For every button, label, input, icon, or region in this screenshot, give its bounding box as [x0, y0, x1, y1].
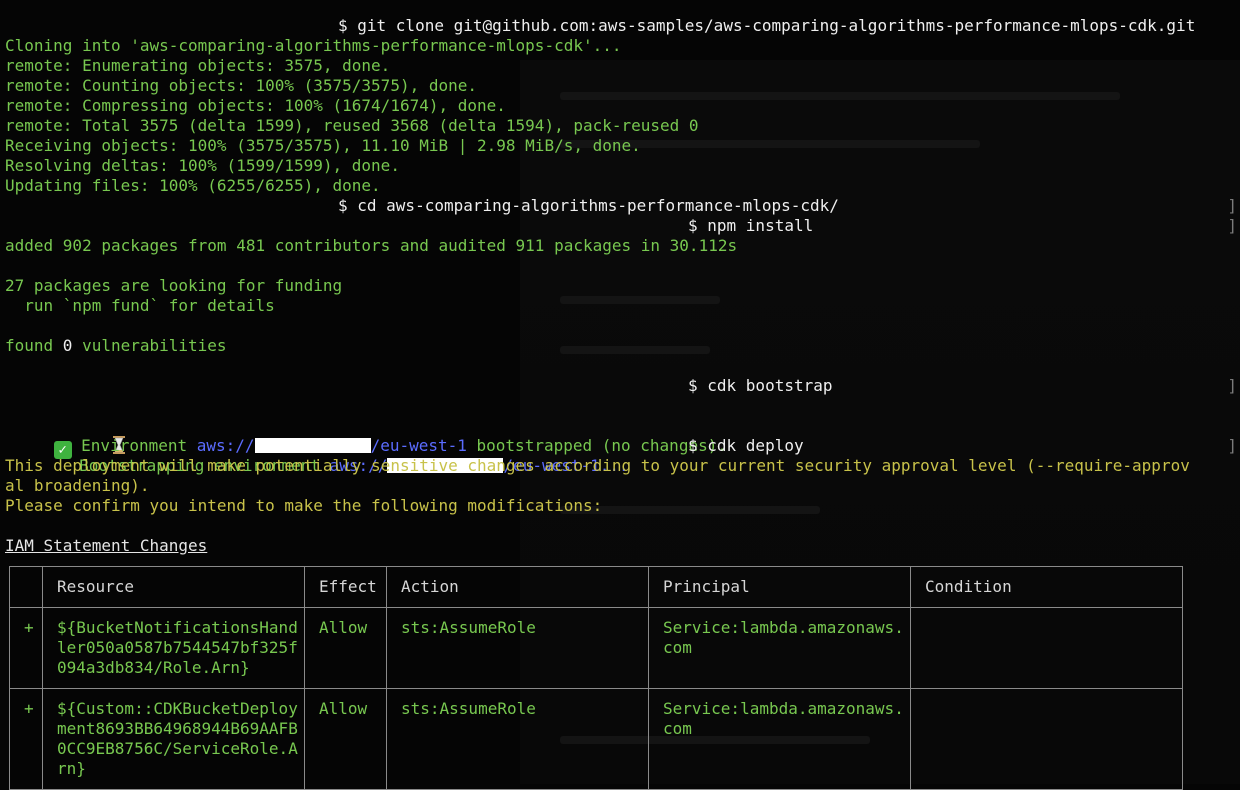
prompt-right-bracket: ]: [1227, 376, 1237, 395]
table-header-row: Resource Effect Action Principal Conditi…: [9, 566, 1183, 608]
column-header: Principal: [648, 566, 911, 608]
action-cell: sts:AssumeRole: [386, 607, 649, 689]
cd-command: $ cd aws-comparing-algorithms-performanc…: [338, 196, 839, 215]
change-sign: +: [9, 688, 43, 790]
cdk-bootstrap-command: $ cdk bootstrap: [688, 376, 833, 395]
iam-section-title: IAM Statement Changes: [5, 536, 208, 555]
table-row: + ${Custom::CDKBucketDeployment8693BB649…: [9, 688, 1183, 790]
deploy-warning-line: al broadening).: [5, 476, 150, 495]
condition-cell: [910, 688, 1183, 790]
principal-cell: Service:lambda.amazonaws.com: [648, 688, 911, 790]
prompt-right-bracket: ]: [1227, 216, 1237, 235]
resource-cell: ${BucketNotificationsHandler050a0587b754…: [42, 607, 305, 689]
prompt-right-bracket: ]: [1227, 436, 1237, 455]
npm-install-command: $ npm install: [688, 216, 814, 235]
clone-output-line: Resolving deltas: 100% (1599/1599), done…: [5, 156, 400, 175]
principal-cell: Service:lambda.amazonaws.com: [648, 607, 911, 689]
column-header: Condition: [910, 566, 1183, 608]
deploy-warning-line: This deployment will make potentially se…: [5, 456, 1190, 475]
table-row: + ${BucketNotificationsHandler050a0587b7…: [9, 607, 1183, 689]
npm-vulnerabilities-line: found 0 vulnerabilities: [5, 336, 227, 355]
action-cell: sts:AssumeRole: [386, 688, 649, 790]
resource-cell: ${Custom::CDKBucketDeployment8693BB64968…: [42, 688, 305, 790]
npm-funding-line: 27 packages are looking for funding: [5, 276, 343, 295]
clone-output-line: remote: Compressing objects: 100% (1674/…: [5, 96, 506, 115]
clone-output-line: remote: Enumerating objects: 3575, done.: [5, 56, 391, 75]
redacted-account-id: [254, 438, 371, 453]
change-sign: +: [9, 607, 43, 689]
clone-output-line: Updating files: 100% (6255/6255), done.: [5, 176, 381, 195]
column-header: Action: [386, 566, 649, 608]
effect-cell: Allow: [304, 607, 387, 689]
clone-output-line: remote: Counting objects: 100% (3575/357…: [5, 76, 478, 95]
iam-statement-table: Resource Effect Action Principal Conditi…: [9, 566, 1183, 790]
prompt-right-bracket: ]: [1227, 196, 1237, 215]
effect-cell: Allow: [304, 688, 387, 790]
bootstrap-result-line: ✓ Environment aws:///eu-west-1 bootstrap…: [15, 416, 727, 459]
column-header: Effect: [304, 566, 387, 608]
clone-output-line: Cloning into 'aws-comparing-algorithms-p…: [5, 36, 622, 55]
condition-cell: [910, 607, 1183, 689]
column-header: Resource: [42, 566, 305, 608]
npm-fund-hint-line: run `npm fund` for details: [5, 296, 275, 315]
npm-added-line: added 902 packages from 481 contributors…: [5, 236, 738, 255]
clone-output-line: remote: Total 3575 (delta 1599), reused …: [5, 116, 699, 135]
git-clone-command: $ git clone git@github.com:aws-samples/a…: [338, 16, 1196, 35]
column-header: [9, 566, 43, 608]
cdk-deploy-command: $ cdk deploy: [688, 436, 804, 455]
clone-output-line: Receiving objects: 100% (3575/3575), 11.…: [5, 136, 641, 155]
deploy-confirm-line: Please confirm you intend to make the fo…: [5, 496, 603, 515]
bootstrap-progress-line: Bootstrapping environment aws:///eu-west…: [15, 396, 629, 475]
terminal-window[interactable]: $ git clone git@github.com:aws-samples/a…: [0, 0, 1240, 790]
